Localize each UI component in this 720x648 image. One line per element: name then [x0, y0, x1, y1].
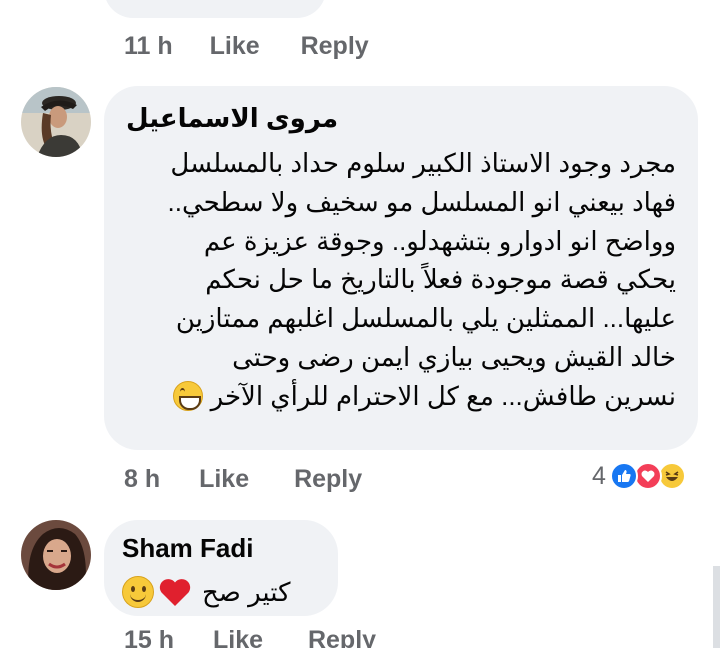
reply-button[interactable]: Reply [308, 626, 376, 648]
avatar[interactable] [21, 87, 91, 157]
comment-line: عليها... الممثلين يلي بالمسلسل اغلبهم مم… [175, 303, 676, 334]
previous-comment-bubble [104, 0, 326, 18]
comment-line: يحكي قصة موجودة فعلاً بالتاريخ ما حل نحك… [205, 264, 676, 295]
haha-reaction-icon [657, 462, 686, 490]
comment-author[interactable]: مروى الاسماعيل [126, 102, 338, 134]
comment-line: مجرد وجود الاستاذ الكبير سلوم حداد بالمس… [170, 148, 676, 178]
comment-text: مجرد وجود الاستاذ الكبير سلوم حداد بالمس… [126, 144, 676, 416]
red-heart-icon [158, 577, 192, 607]
comment-text: كتير صح [202, 576, 291, 607]
avatar[interactable] [21, 520, 91, 590]
avatar-photo [21, 520, 91, 590]
smiling-face-icon [122, 576, 154, 608]
comment-bubble: مروى الاسماعيل مجرد وجود الاستاذ الكبير … [104, 86, 698, 450]
like-button[interactable]: Like [210, 32, 260, 61]
comment-timestamp[interactable]: 11 h [124, 32, 173, 61]
comment-actions: 8 h Like Reply [124, 465, 362, 494]
like-button[interactable]: Like [199, 465, 249, 494]
comment-actions: 15 h Like Reply [124, 626, 376, 648]
comment-line-last: نسرين طافش... مع كل الاحترام للرأي الآخر [126, 377, 676, 416]
reaction-summary[interactable]: 4 [592, 460, 686, 492]
comment-bubble: Sham Fadi كتير صح [104, 520, 338, 616]
comment-line: فهاد بيعني انو المسلسل مو سخيف ولا سطحي.… [167, 186, 676, 217]
reply-button[interactable]: Reply [294, 465, 362, 494]
comment-timestamp[interactable]: 8 h [124, 465, 160, 494]
comment-line: وواضح انو ادوارو بتشهدلو.. وجوقة عزيزة ع… [203, 225, 676, 256]
reply-button[interactable]: Reply [301, 32, 369, 61]
comment-author[interactable]: Sham Fadi [122, 532, 318, 564]
reaction-count: 4 [592, 461, 606, 490]
comment-line: نسرين طافش... مع كل الاحترام للرأي الآخر [210, 380, 676, 411]
comment-text-row: كتير صح [122, 572, 318, 612]
scrollbar[interactable] [713, 566, 720, 648]
comment-line: خالد القيش ويحيى بيازي ايمن رضى وحتى [232, 341, 676, 372]
like-button[interactable]: Like [213, 626, 263, 648]
comment-timestamp[interactable]: 15 h [124, 626, 174, 648]
avatar-photo [21, 87, 91, 157]
grinning-face-icon [173, 380, 204, 411]
previous-comment-actions: 11 h Like Reply [124, 32, 369, 61]
love-reaction-icon [633, 462, 662, 490]
like-reaction-icon [609, 462, 638, 490]
